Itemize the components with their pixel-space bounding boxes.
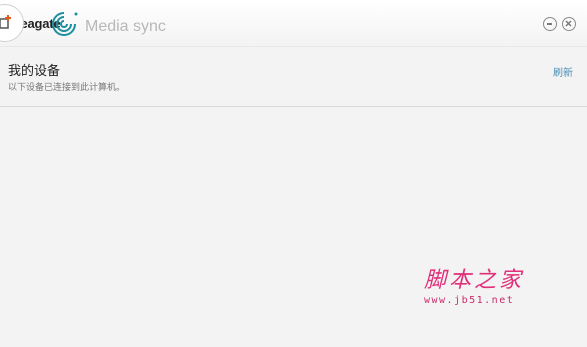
close-button[interactable]	[562, 17, 576, 31]
seagate-spiral-logo-icon	[52, 12, 78, 36]
minimize-button[interactable]	[543, 17, 557, 31]
devices-section-header: 我的设备 以下设备已连接到此计算机。 刷新	[0, 56, 587, 107]
watermark-url: www.jb51.net	[424, 295, 515, 306]
refresh-link[interactable]: 刷新	[553, 64, 573, 79]
devices-subtitle: 以下设备已连接到此计算机。	[8, 83, 126, 93]
app-title: Media sync	[85, 18, 166, 35]
x-circle-icon	[565, 20, 572, 27]
watermark: 脚本之家 www.jb51.net	[424, 262, 549, 306]
title-bar: Seagate Media sync	[0, 0, 587, 47]
watermark-text: 脚本之家	[424, 268, 525, 293]
app-window: Seagate Media sync 我的设备 以下设备已连接到此计算机。 刷新	[0, 0, 587, 347]
plus-badge-icon[interactable]	[0, 4, 24, 42]
devices-title: 我的设备	[8, 64, 61, 79]
